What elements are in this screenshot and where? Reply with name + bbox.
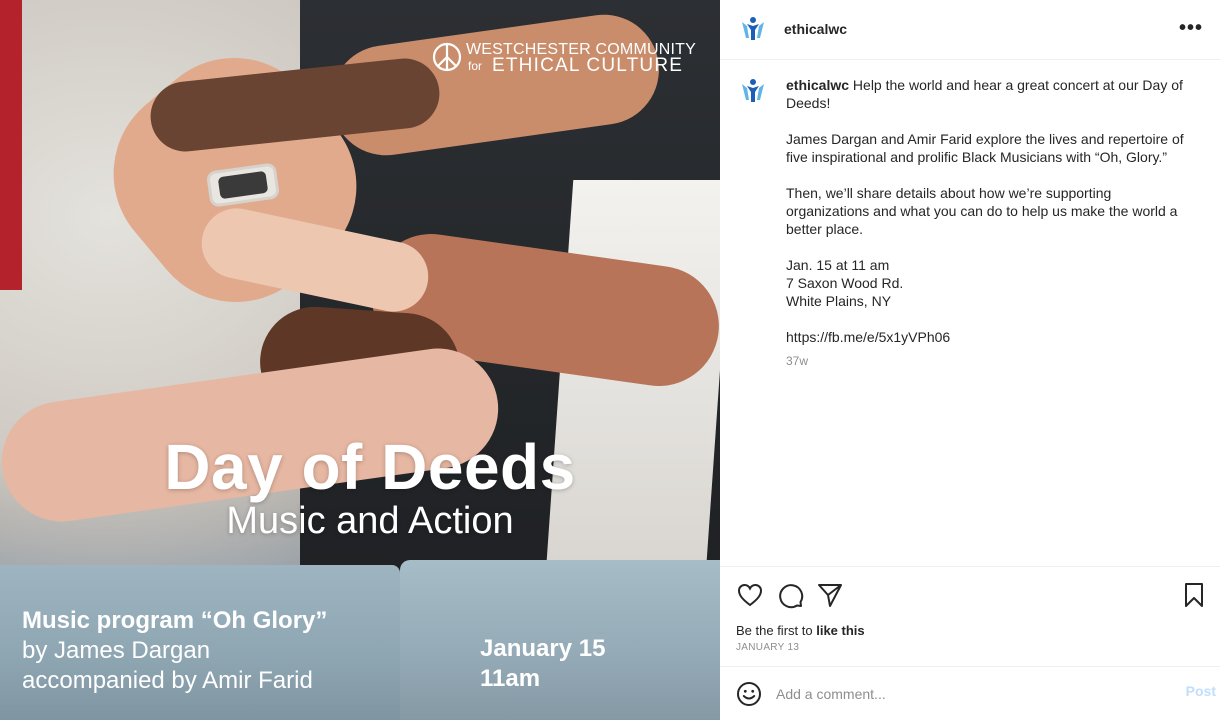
share-icon[interactable] — [816, 581, 844, 609]
event-title: Day of Deeds — [164, 431, 576, 503]
caption-link[interactable]: https://fb.me/e/5x1yVPh06 — [786, 328, 1196, 346]
likes-prefix: Be the first to — [736, 623, 813, 638]
post-date[interactable]: JANUARY 13 — [736, 642, 799, 653]
avatar[interactable] — [736, 12, 770, 46]
comment-bar: Post — [720, 666, 1220, 720]
caption-time-ago[interactable]: 37w — [786, 354, 808, 368]
caption-avatar[interactable] — [736, 74, 770, 108]
caption-paragraph: James Dargan and Amir Farid explore the … — [786, 131, 1184, 165]
more-options-icon[interactable]: ••• — [1176, 14, 1206, 44]
post-image[interactable]: WESTCHESTER COMMUNITY for ETHICAL CULTUR… — [0, 0, 720, 720]
likes-summary: Be the first to like this — [736, 623, 865, 638]
comment-input[interactable] — [776, 683, 1146, 705]
post-header: ethicalwc ••• — [720, 0, 1220, 60]
address-line: 7 Saxon Wood Rd. — [786, 275, 904, 291]
comment-icon[interactable] — [776, 581, 804, 609]
caption-username[interactable]: ethicalwc — [786, 77, 849, 93]
post-sidebar: ethicalwc ••• ethicalwc Help the world a… — [720, 0, 1220, 720]
post-username[interactable]: ethicalwc — [784, 21, 847, 37]
caption-address: Jan. 15 at 11 am 7 Saxon Wood Rd. White … — [786, 256, 1196, 310]
event-time: 11am — [480, 665, 541, 692]
heart-icon[interactable] — [736, 581, 764, 609]
caption-intro: ethicalwc Help the world and hear a grea… — [786, 76, 1196, 112]
smiley-icon[interactable] — [736, 681, 762, 707]
event-subtitle: Music and Action — [226, 500, 514, 542]
event-date: January 15 — [480, 635, 606, 662]
program-details: Music program “Oh Glory” by James Dargan… — [22, 606, 327, 696]
bookmark-icon[interactable] — [1180, 581, 1208, 609]
peace-icon — [432, 42, 462, 72]
event-when: January 15 11am — [480, 634, 605, 694]
action-bar — [720, 566, 1220, 620]
post-button[interactable]: Post — [1186, 683, 1216, 699]
red-shirt — [0, 0, 22, 290]
program-title: Music program “Oh Glory” — [22, 607, 328, 634]
brand-logo: WESTCHESTER COMMUNITY for ETHICAL CULTUR… — [432, 40, 702, 80]
program-performer: by James Dargan — [22, 637, 211, 664]
caption-paragraph: Then, we’ll share details about how we’r… — [786, 185, 1178, 237]
ethicalwc-logo-icon — [736, 74, 770, 108]
program-accompanist: accompanied by Amir Farid — [22, 667, 313, 694]
ethicalwc-logo-icon — [736, 12, 770, 46]
post-caption: ethicalwc Help the world and hear a grea… — [786, 76, 1196, 346]
address-line: Jan. 15 at 11 am — [786, 257, 890, 273]
brand-for: for — [468, 59, 483, 73]
like-this-link[interactable]: like this — [816, 623, 864, 638]
address-line: White Plains, NY — [786, 293, 892, 309]
brand-name-line2: ETHICAL CULTURE — [492, 55, 684, 76]
